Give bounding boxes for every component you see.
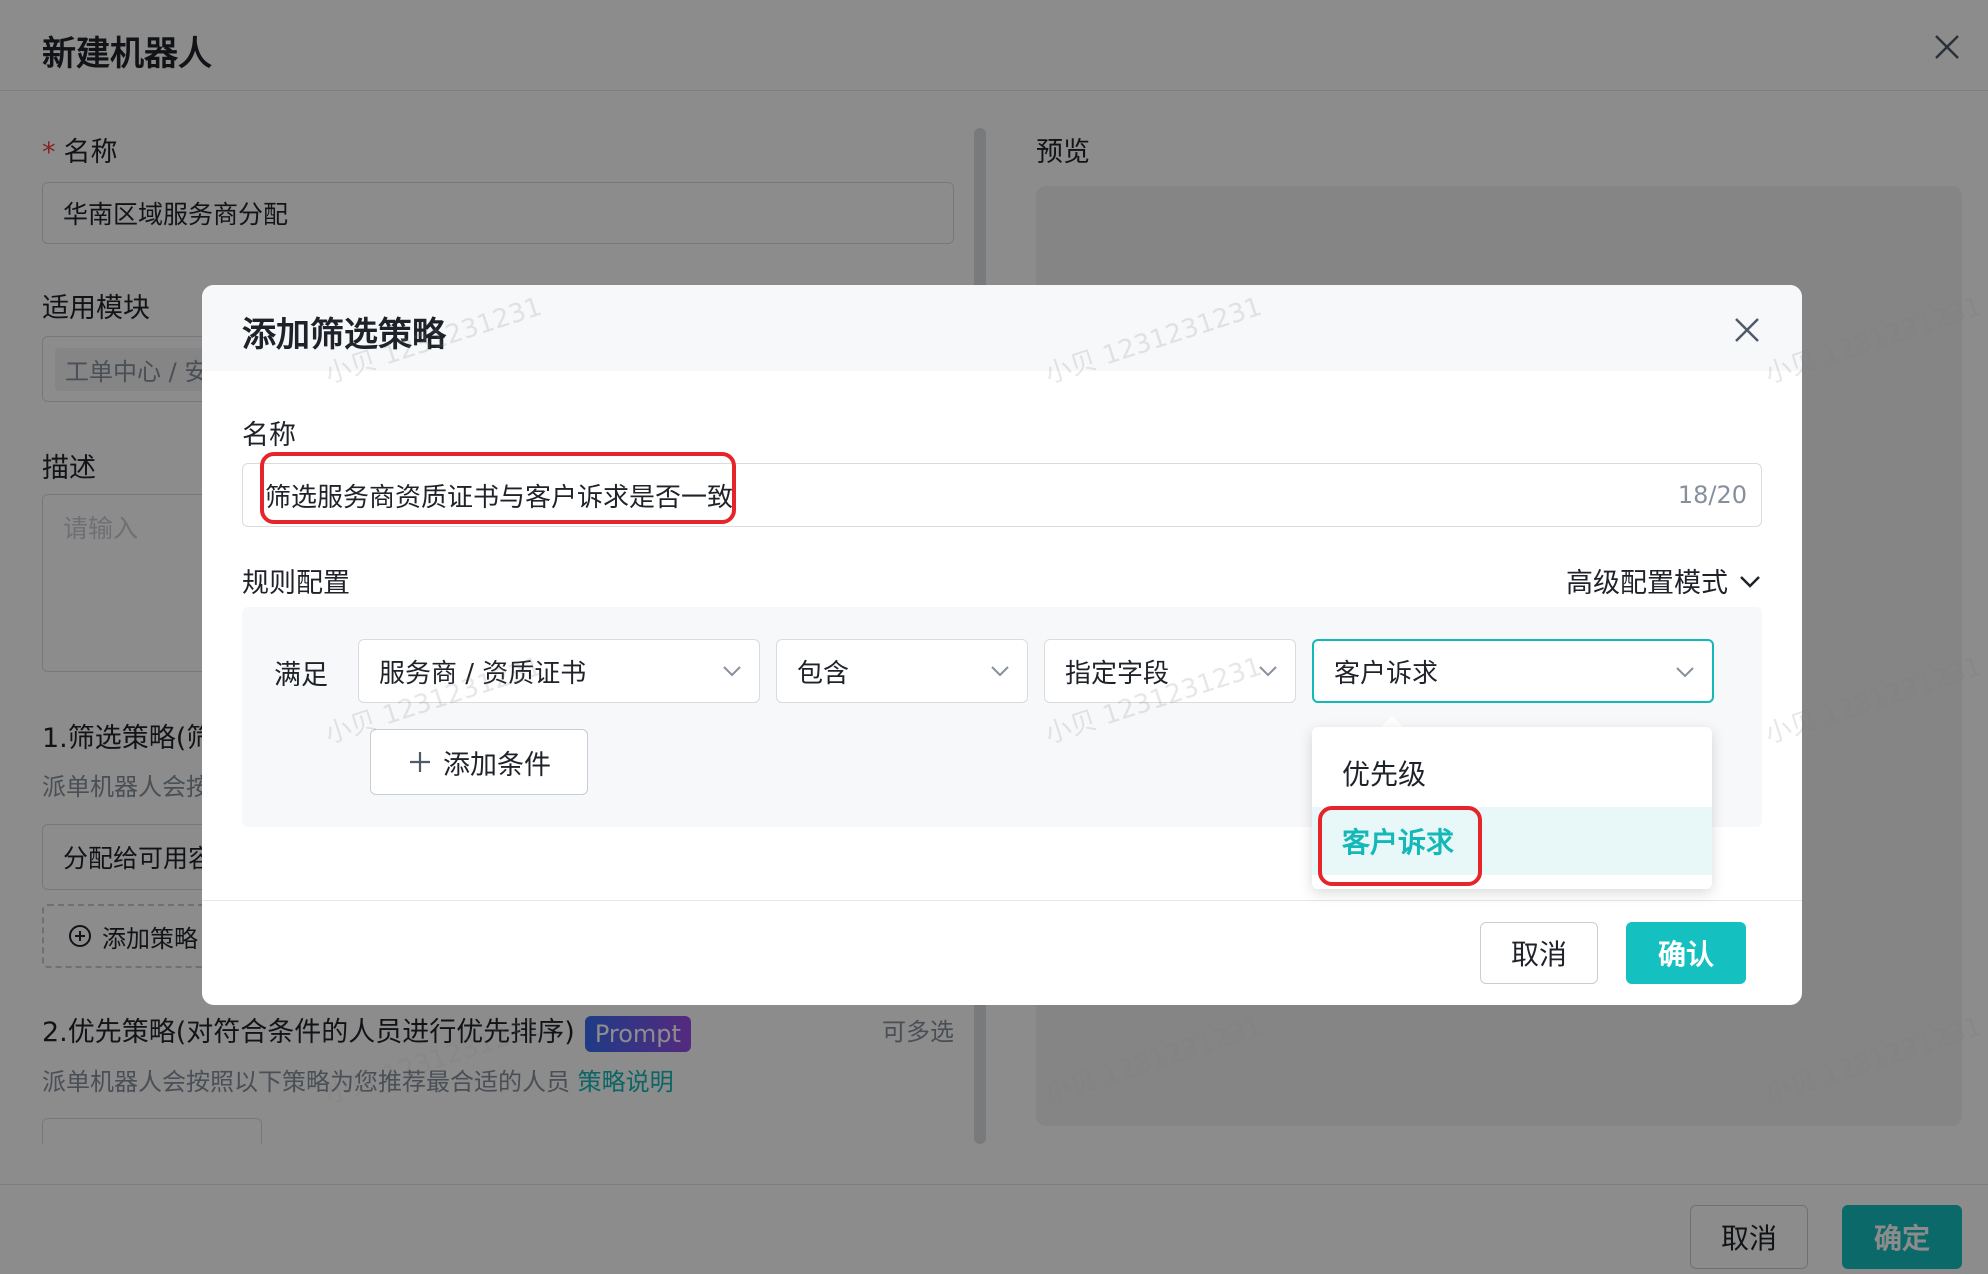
strategy-name-label: 名称 [242,420,296,451]
chevron-down-icon [991,666,1009,677]
operator-select[interactable]: 包含 [776,639,1028,703]
add-condition-button[interactable]: 添加条件 [370,729,588,795]
chevron-down-icon [1676,667,1694,678]
modal-confirm-button[interactable]: 确认 [1626,922,1746,984]
add-filter-strategy-modal: 添加筛选策略 名称 筛选服务商资质证书与客户诉求是否一致 18/20 规则配置 … [202,285,1802,1005]
close-icon[interactable] [1732,315,1762,345]
modal-footer-divider [202,900,1802,901]
annotation-highlight-name [260,452,736,524]
value-select[interactable]: 客户诉求 [1312,639,1714,703]
char-counter: 18/20 [1677,481,1747,509]
dropdown-option-priority[interactable]: 优先级 [1312,739,1712,807]
chevron-down-icon [1740,575,1760,588]
chevron-down-icon [723,666,741,677]
modal-cancel-button[interactable]: 取消 [1480,922,1598,984]
advanced-mode-toggle[interactable]: 高级配置模式 [1566,561,1762,600]
rule-config-label: 规则配置 [242,568,350,599]
satisfy-label: 满足 [274,660,328,691]
annotation-highlight-option [1318,806,1482,886]
plus-icon [410,752,430,772]
